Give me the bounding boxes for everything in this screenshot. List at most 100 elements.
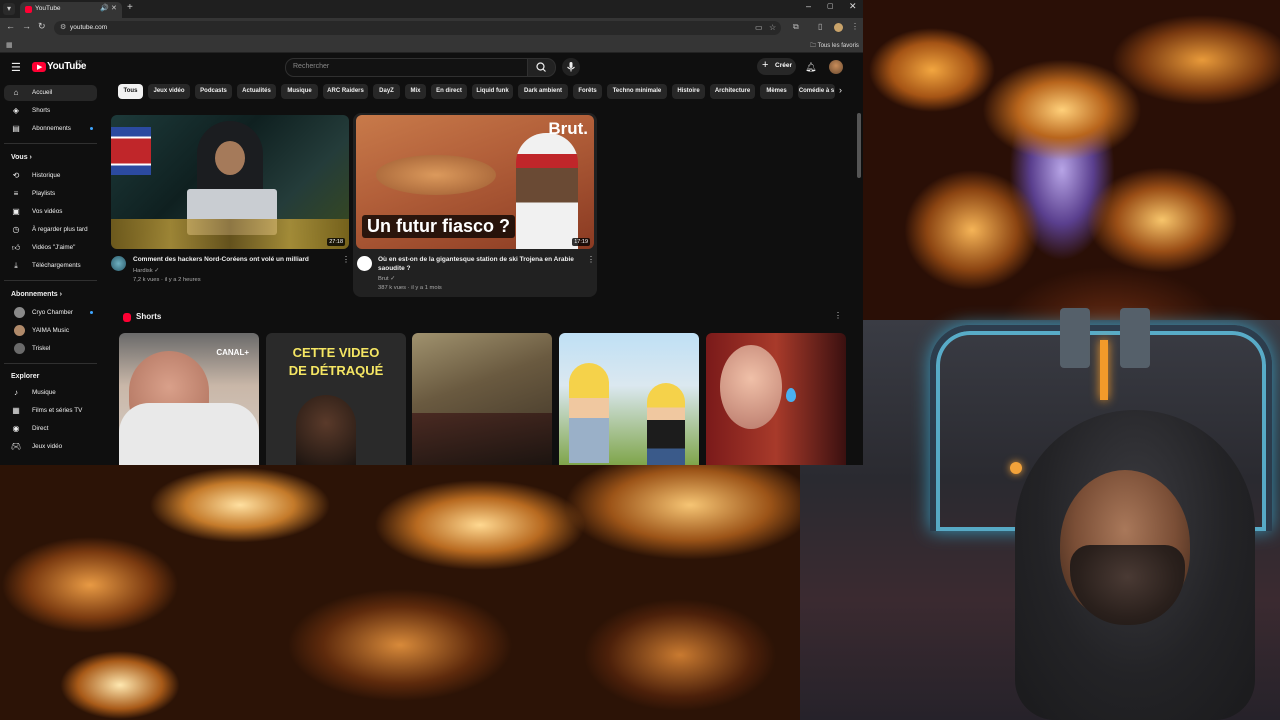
sidebar-item-vos-videos[interactable]: ▣ Vos vidéos bbox=[4, 204, 97, 220]
chip[interactable]: En direct bbox=[431, 84, 467, 99]
new-tab-icon[interactable]: + bbox=[127, 2, 133, 13]
sidebar-item-label: YAIMA Music bbox=[32, 327, 69, 334]
chip[interactable]: Podcasts bbox=[195, 84, 232, 99]
chip[interactable]: Actualités bbox=[237, 84, 276, 99]
all-bookmarks-link[interactable]: 🗀 Tous les favoris bbox=[810, 41, 859, 51]
sidebar-item-shorts[interactable]: ◈ Shorts bbox=[4, 103, 97, 119]
sidebar-item-label: Téléchargements bbox=[32, 262, 81, 269]
chip[interactable]: Forêts bbox=[573, 84, 602, 99]
close-window-icon[interactable]: ✕ bbox=[849, 1, 857, 12]
sidebar-item-downloads[interactable]: ⤓ Téléchargements bbox=[4, 258, 97, 274]
address-bar[interactable]: ⚙ youtube.com ▭ ☆ bbox=[54, 21, 781, 35]
sidebar-item-films[interactable]: ▦ Films et séries TV bbox=[4, 403, 97, 419]
sidebar-item-liked[interactable]: 👍︎ Vidéos "J'aime" bbox=[4, 240, 97, 256]
reload-icon[interactable]: ↻ bbox=[38, 21, 46, 32]
sidebar-item-playlists[interactable]: ≡ Playlists bbox=[4, 186, 97, 202]
chip[interactable]: Techno minimale bbox=[607, 84, 667, 99]
sidebar-icon[interactable]: ▯ bbox=[818, 22, 822, 31]
channel-avatar bbox=[14, 343, 25, 354]
video-meta: 7,2 k vues · il y a 2 heures bbox=[133, 277, 201, 283]
music-icon: ♪ bbox=[14, 388, 18, 397]
channel-avatar[interactable] bbox=[357, 256, 372, 271]
sidebar-item-abonnements[interactable]: ▤ Abonnements bbox=[4, 121, 97, 137]
sidebar-heading-vous[interactable]: Vous › bbox=[11, 154, 32, 161]
browser-toolbar: ← → ↻ ⚙ youtube.com ▭ ☆ ⧉ ▯ ⋮ bbox=[0, 18, 863, 38]
more-options-icon[interactable]: ⋮ bbox=[342, 255, 350, 264]
search-button[interactable] bbox=[527, 58, 556, 77]
sidebar-item-yaima-music[interactable]: YAIMA Music bbox=[4, 323, 97, 339]
sidebar-item-label: Cryo Chamber bbox=[32, 309, 73, 316]
more-options-icon[interactable]: ⋮ bbox=[834, 311, 842, 320]
apps-icon[interactable]: ▦ bbox=[6, 41, 13, 49]
chip[interactable]: Architecture bbox=[710, 84, 755, 99]
sidebar-item-direct[interactable]: ◉ Direct bbox=[4, 421, 97, 437]
chip-tous[interactable]: Tous bbox=[118, 84, 143, 99]
chip[interactable]: DayZ bbox=[373, 84, 400, 99]
tab-search-icon[interactable]: ▾ bbox=[3, 3, 15, 15]
more-options-icon[interactable]: ⋮ bbox=[587, 255, 595, 264]
chip[interactable]: ARC Raiders bbox=[323, 84, 368, 99]
chip[interactable]: Dark ambient bbox=[518, 84, 568, 99]
sidebar-item-accueil[interactable]: ⌂ Accueil bbox=[4, 85, 97, 101]
video-thumbnail[interactable]: 27:18 bbox=[111, 115, 349, 249]
sidebar-item-label: Historique bbox=[32, 172, 61, 179]
chip[interactable]: Musique bbox=[281, 84, 318, 99]
sidebar-item-historique[interactable]: ⟲ Historique bbox=[4, 168, 97, 184]
minimize-icon[interactable]: – bbox=[806, 1, 811, 11]
bookmark-star-icon[interactable]: ☆ bbox=[769, 23, 776, 32]
playlists-icon: ≡ bbox=[13, 189, 19, 198]
gold-coins bbox=[111, 219, 349, 249]
chip[interactable]: Mèmes bbox=[760, 84, 793, 99]
sidebar-item-cryo-chamber[interactable]: Cryo Chamber bbox=[4, 305, 97, 321]
youtube-favicon-icon bbox=[25, 6, 32, 13]
profile-avatar-icon[interactable] bbox=[834, 23, 843, 32]
kebab-menu-icon[interactable]: ⋮ bbox=[851, 22, 859, 31]
sidebar-item-jeux-video[interactable]: 🎮︎ Jeux vidéo bbox=[4, 439, 97, 455]
chip[interactable]: Liquid funk bbox=[472, 84, 513, 99]
shorts-heading: Shorts bbox=[136, 312, 162, 321]
chip[interactable]: Histoire bbox=[672, 84, 705, 99]
cast-icon[interactable]: ▭ bbox=[755, 23, 763, 32]
downloads-icon: ⤓ bbox=[14, 261, 18, 270]
voice-search-button[interactable] bbox=[562, 58, 580, 76]
back-icon[interactable]: ← bbox=[6, 21, 15, 31]
short-thumbnail[interactable] bbox=[706, 333, 846, 465]
channel-avatar[interactable] bbox=[111, 256, 126, 271]
sidebar-item-musique[interactable]: ♪ Musique bbox=[4, 385, 97, 401]
short-thumbnail[interactable]: CETTE VIDEO DE DÉTRAQUÉ bbox=[266, 333, 406, 465]
page-scrollbar[interactable] bbox=[857, 113, 861, 178]
video-channel[interactable]: Hardisk ✓ bbox=[133, 268, 159, 274]
sidebar-item-label: Triskel bbox=[32, 345, 51, 352]
forward-icon[interactable]: → bbox=[22, 21, 31, 31]
video-channel[interactable]: Brut ✓ bbox=[378, 276, 395, 282]
short-thumbnail[interactable] bbox=[559, 333, 699, 465]
close-tab-icon[interactable]: ✕ bbox=[111, 4, 117, 12]
video-thumbnail[interactable]: Brut. Un futur fiasco ? 17:19 bbox=[356, 115, 594, 249]
sidebar-heading-abonnements[interactable]: Abonnements › bbox=[11, 291, 62, 298]
speaker-icon[interactable]: 🔊 bbox=[100, 4, 109, 12]
search-input[interactable]: Rechercher bbox=[285, 58, 529, 77]
sidebar-item-watch-later[interactable]: ◷ À regarder plus tard bbox=[4, 222, 97, 238]
chip[interactable]: Comédie à s bbox=[798, 84, 835, 99]
short-thumbnail[interactable] bbox=[412, 333, 552, 465]
sidebar-item-triskel[interactable]: Triskel bbox=[4, 341, 97, 357]
sidebar-item-label: Films et séries TV bbox=[32, 407, 83, 414]
tab-youtube[interactable]: YouTube 🔊 ✕ bbox=[20, 2, 122, 18]
video-duration: 27:18 bbox=[327, 238, 345, 246]
hamburger-menu-icon[interactable]: ☰ bbox=[11, 61, 21, 74]
video-title[interactable]: Comment des hackers Nord-Coréens ont vol… bbox=[133, 255, 338, 264]
sidebar-item-label: Vos vidéos bbox=[32, 208, 63, 215]
chevron-right-icon[interactable]: › bbox=[839, 85, 842, 95]
movies-icon: ▦ bbox=[12, 406, 20, 415]
notifications-bell-icon[interactable]: 🔔︎ bbox=[805, 62, 816, 73]
chip[interactable]: Mix bbox=[405, 84, 426, 99]
video-title[interactable]: Où en est-on de la gigantesque station d… bbox=[378, 255, 588, 273]
chip[interactable]: Jeux vidéo bbox=[148, 84, 190, 99]
short-thumbnail[interactable]: CANAL+ bbox=[119, 333, 259, 465]
account-avatar[interactable] bbox=[829, 60, 843, 74]
create-button[interactable]: + Créer bbox=[757, 58, 796, 75]
extensions-icon[interactable]: ⧉ bbox=[793, 22, 799, 32]
site-info-icon[interactable]: ⚙ bbox=[60, 23, 66, 31]
maximize-icon[interactable]: ▢ bbox=[827, 2, 834, 10]
search-icon bbox=[536, 62, 546, 72]
